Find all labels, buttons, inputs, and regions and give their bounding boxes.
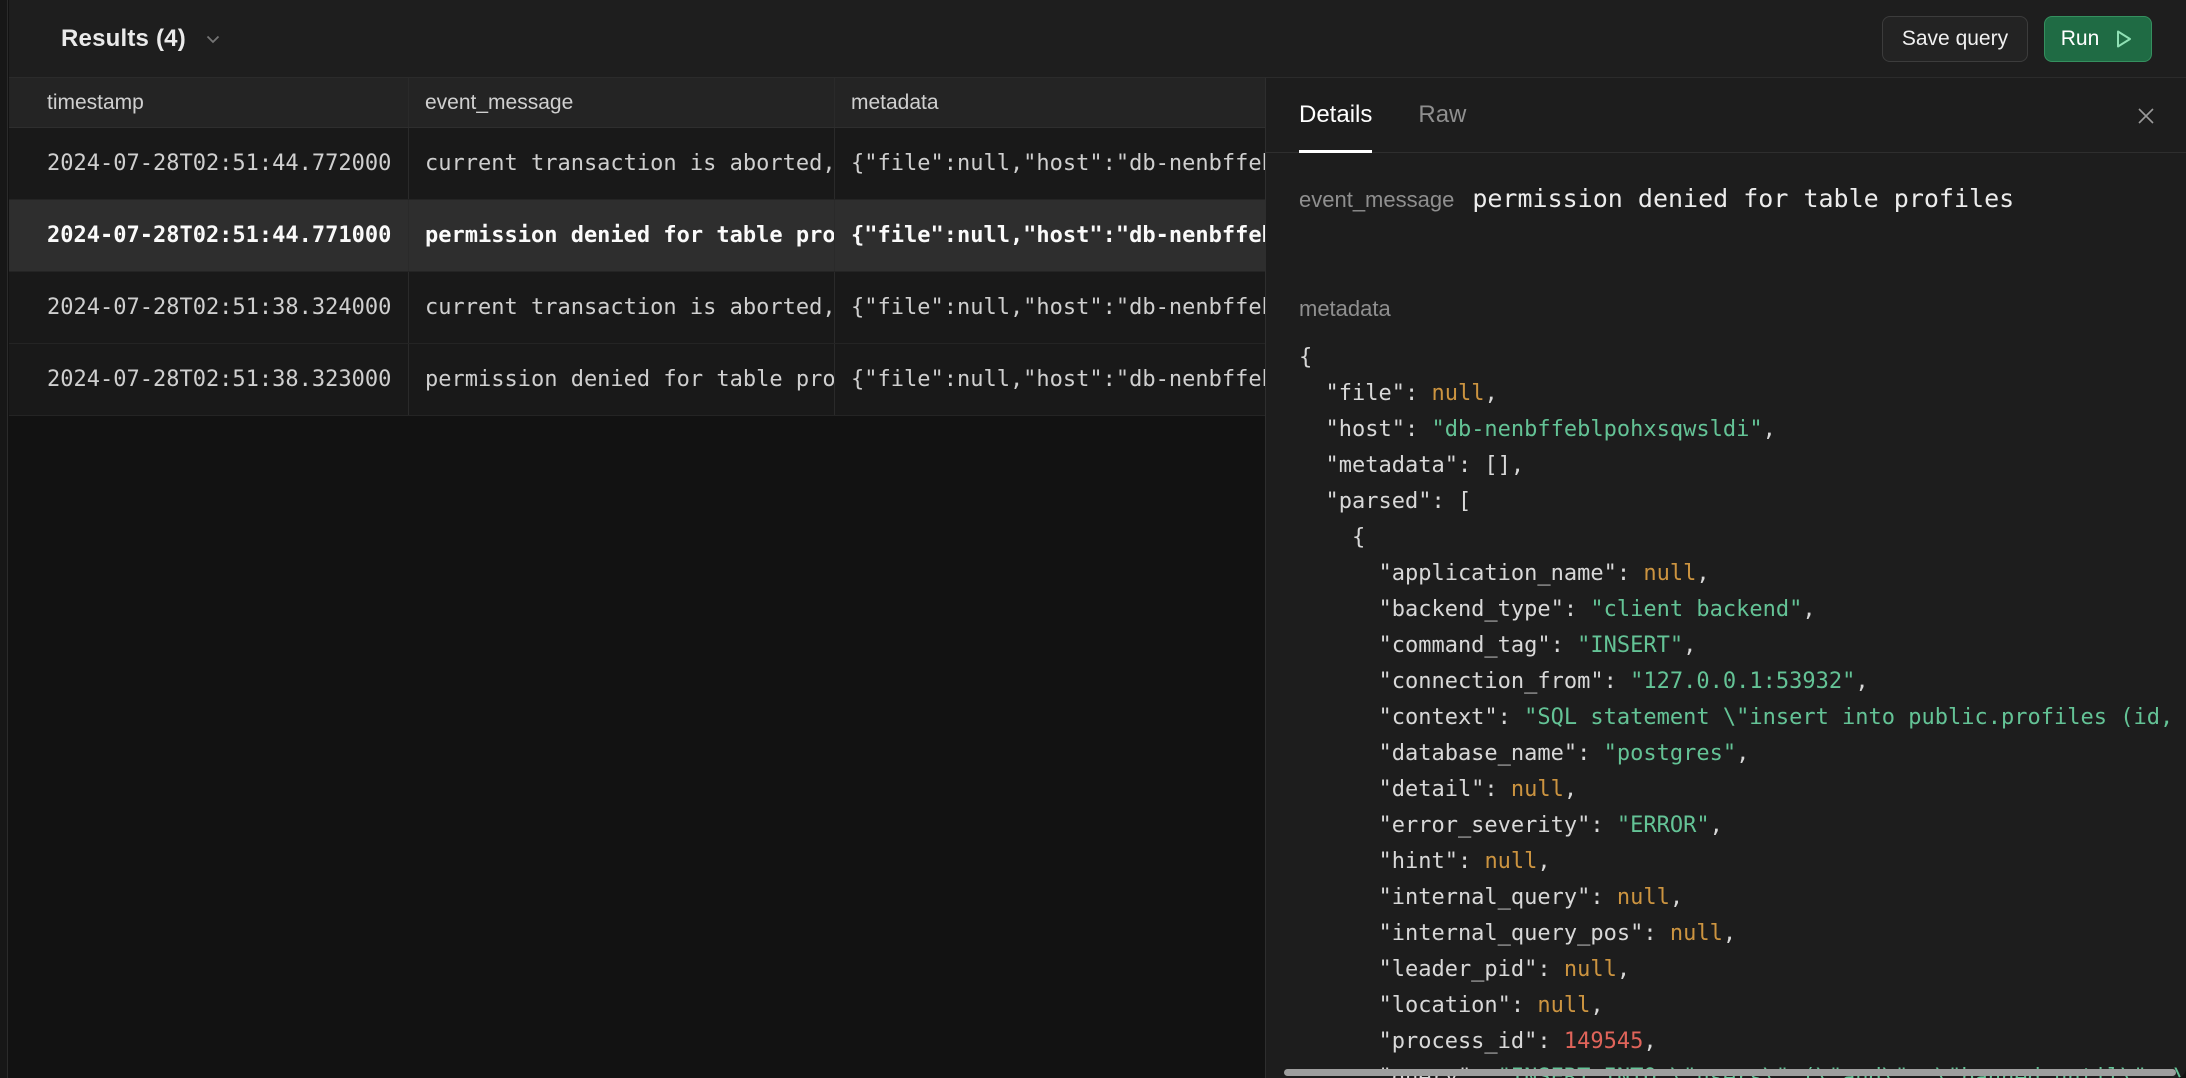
cell-event_message: permission denied for table profiles (409, 200, 835, 271)
table-body: 2024-07-28T02:51:44.772000current transa… (9, 128, 1265, 416)
metadata-label: metadata (1299, 296, 1391, 322)
json-line: "command_tag": "INSERT", (1299, 628, 2186, 664)
topbar: Results (4) Save query Run (9, 0, 2186, 78)
cell-timestamp: 2024-07-28T02:51:38.324000 (9, 272, 409, 343)
tab-raw[interactable]: Raw (1418, 78, 1466, 152)
cell-event_message: current transaction is aborted, commands… (409, 128, 835, 199)
cell-timestamp: 2024-07-28T02:51:44.772000 (9, 128, 409, 199)
json-line: "process_id": 149545, (1299, 1024, 2186, 1060)
log-detail-panel: Details Raw event_message permission deni… (1265, 78, 2186, 1078)
tab-details[interactable]: Details (1299, 78, 1372, 152)
json-line: "file": null, (1299, 376, 2186, 412)
json-line: "backend_type": "client backend", (1299, 592, 2186, 628)
metadata-json-viewer: { "file": null, "host": "db-nenbffeblpoh… (1299, 340, 2186, 1078)
json-line: "leader_pid": null, (1299, 952, 2186, 988)
table-header-row: timestampevent_messagemetadata (9, 78, 1265, 128)
column-header-timestamp: timestamp (9, 78, 409, 127)
cell-metadata: {"file":null,"host":"db-nenbffeblpohxsqw… (835, 272, 1265, 343)
results-dropdown[interactable]: Results (4) (61, 25, 224, 53)
cell-metadata: {"file":null,"host":"db-nenbffeblpohxsqw… (835, 200, 1265, 271)
table-row[interactable]: 2024-07-28T02:51:38.324000current transa… (9, 272, 1265, 344)
detail-tabs: Details Raw (1266, 78, 2186, 153)
cell-event_message: permission denied for table profiles (409, 344, 835, 415)
event-message-label: event_message (1299, 187, 1454, 213)
chevron-down-icon (202, 28, 224, 50)
event-message-value: permission denied for table profiles (1472, 184, 2014, 213)
json-line: "hint": null, (1299, 844, 2186, 880)
close-icon[interactable] (2132, 102, 2160, 130)
save-query-button[interactable]: Save query (1882, 16, 2028, 62)
topbar-actions: Save query Run (1882, 16, 2152, 62)
column-header-metadata: metadata (835, 78, 1265, 127)
json-line: "detail": null, (1299, 772, 2186, 808)
json-line: "location": null, (1299, 988, 2186, 1024)
json-line: "context": "SQL statement \"insert into … (1299, 700, 2186, 736)
cell-event_message: current transaction is aborted, commands… (409, 272, 835, 343)
results-table: timestampevent_messagemetadata 2024-07-2… (9, 78, 1265, 416)
json-line: "connection_from": "127.0.0.1:53932", (1299, 664, 2186, 700)
json-line: "error_severity": "ERROR", (1299, 808, 2186, 844)
horizontal-scrollbar-thumb[interactable] (1284, 1069, 2176, 1076)
json-line: "internal_query": null, (1299, 880, 2186, 916)
left-panel-edge (0, 0, 8, 1078)
json-line: "parsed": [ (1299, 484, 2186, 520)
run-button[interactable]: Run (2044, 16, 2152, 62)
json-line: "database_name": "postgres", (1299, 736, 2186, 772)
json-line: "host": "db-nenbffeblpohxsqwsldi", (1299, 412, 2186, 448)
event-message-row: event_message permission denied for tabl… (1299, 184, 2014, 213)
json-line: { (1299, 520, 2186, 556)
json-line: "application_name": null, (1299, 556, 2186, 592)
cell-metadata: {"file":null,"host":"db-nenbffeblpohxsqw… (835, 344, 1265, 415)
run-button-label: Run (2061, 27, 2100, 51)
cell-timestamp: 2024-07-28T02:51:44.771000 (9, 200, 409, 271)
json-line: "internal_query_pos": null, (1299, 916, 2186, 952)
json-line: "metadata": [], (1299, 448, 2186, 484)
column-header-event_message: event_message (409, 78, 835, 127)
table-row-selected[interactable]: 2024-07-28T02:51:44.771000permission den… (9, 200, 1265, 272)
cell-timestamp: 2024-07-28T02:51:38.323000 (9, 344, 409, 415)
json-line: { (1299, 340, 2186, 376)
table-row[interactable]: 2024-07-28T02:51:38.323000permission den… (9, 344, 1265, 416)
table-row[interactable]: 2024-07-28T02:51:44.772000current transa… (9, 128, 1265, 200)
play-icon (2111, 27, 2135, 51)
results-count-label: Results (4) (61, 25, 186, 53)
cell-metadata: {"file":null,"host":"db-nenbffeblpohxsqw… (835, 128, 1265, 199)
